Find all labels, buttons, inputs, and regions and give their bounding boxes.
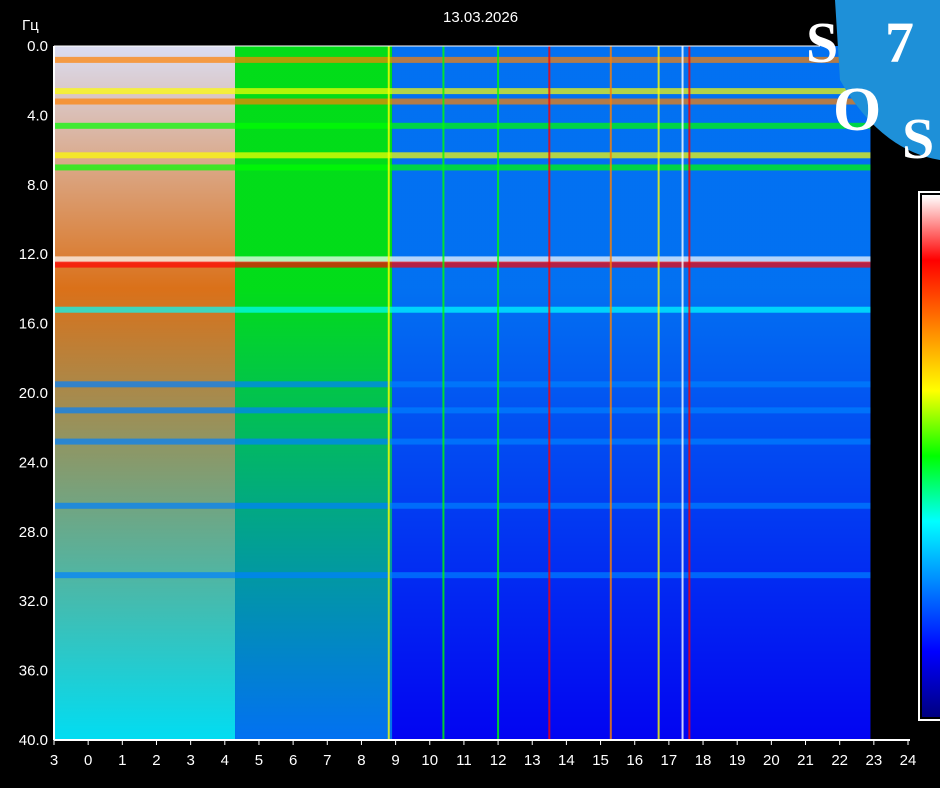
- x-tick-label: 14: [558, 752, 575, 769]
- x-tick-label: 24: [900, 752, 917, 769]
- y-tick-label: 36.0: [19, 663, 48, 680]
- y-tick-label: 4.0: [27, 107, 48, 124]
- y-tick-label: 12.0: [19, 246, 48, 263]
- x-tick-label: 23: [865, 752, 882, 769]
- x-tick-label: 6: [289, 752, 297, 769]
- x-tick-label: 2: [152, 752, 160, 769]
- x-tick-label: 10: [421, 752, 438, 769]
- x-tick-label: 22: [831, 752, 848, 769]
- x-tick-label: 16: [626, 752, 643, 769]
- frequency-band: [54, 381, 871, 388]
- logo-letter-4: S: [902, 106, 934, 171]
- frequency-band: [54, 56, 871, 63]
- x-tick-label: 5: [255, 752, 263, 769]
- x-tick-label: 3: [50, 752, 58, 769]
- color-scale-legend: [918, 191, 940, 721]
- x-tick-label: 13: [524, 752, 541, 769]
- frequency-band: [54, 306, 871, 313]
- logo-letter-1: S: [806, 10, 838, 75]
- y-tick-label: 8.0: [27, 177, 48, 194]
- logo-letter-3: O: [833, 76, 881, 144]
- activity-zone: [54, 46, 236, 740]
- x-tick-label: 21: [797, 752, 814, 769]
- logo-letter-2: 7: [885, 10, 914, 75]
- activity-zone: [235, 46, 393, 740]
- color-scale-bar: [922, 195, 940, 717]
- y-tick-label: 32.0: [19, 593, 48, 610]
- x-tick-label: 7: [323, 752, 331, 769]
- y-tick-label: 24.0: [19, 454, 48, 471]
- activity-zone: [392, 46, 871, 740]
- x-tick-label: 9: [391, 752, 399, 769]
- y-tick-label: 40.0: [19, 732, 48, 749]
- frequency-band: [54, 98, 871, 105]
- frequency-band: [54, 407, 871, 414]
- spectrogram-plot-area: [54, 46, 871, 740]
- frequency-band: [54, 256, 871, 263]
- x-tick-label: 3: [186, 752, 194, 769]
- frequency-band: [54, 122, 871, 129]
- y-tick-label: 20.0: [19, 385, 48, 402]
- x-tick-label: 12: [490, 752, 507, 769]
- x-tick-label: 18: [695, 752, 712, 769]
- y-axis-unit-label: Гц: [22, 17, 39, 34]
- y-tick-label: 0.0: [27, 38, 48, 55]
- x-tick-label: 17: [661, 752, 678, 769]
- frequency-band: [54, 88, 871, 95]
- frequency-band: [54, 572, 871, 579]
- x-tick-label: 15: [592, 752, 609, 769]
- x-tick-label: 0: [84, 752, 92, 769]
- y-tick-label: 28.0: [19, 524, 48, 541]
- chart-date-title: 13.03.2026: [443, 9, 518, 26]
- x-tick-label: 1: [118, 752, 126, 769]
- x-tick-label: 8: [357, 752, 365, 769]
- frequency-band: [54, 502, 871, 509]
- frequency-band: [54, 261, 871, 268]
- x-tick-label: 11: [456, 752, 472, 769]
- frequency-band: [54, 438, 871, 445]
- x-tick-label: 20: [763, 752, 780, 769]
- x-tick-label: 4: [221, 752, 229, 769]
- y-tick-label: 16.0: [19, 316, 48, 333]
- x-tick-label: 19: [729, 752, 746, 769]
- frequency-band: [54, 164, 871, 171]
- frequency-band: [54, 152, 871, 159]
- schumann-spectrogram-chart: 0.0 4.0 8.0 12.0 16.0 20.0 24.0 28.0 32.0 36.0 40.…: [0, 0, 940, 788]
